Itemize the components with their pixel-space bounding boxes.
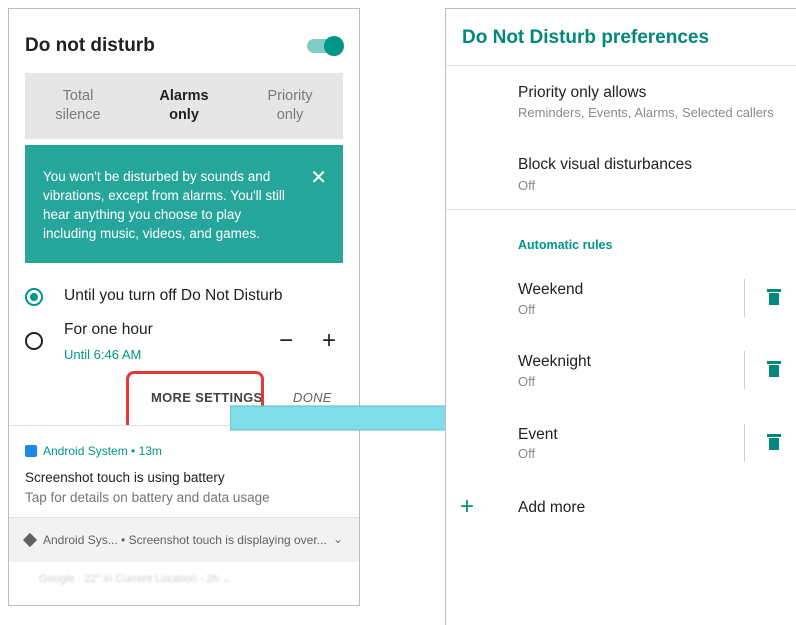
notification-app-row: Android System • 13m <box>25 444 162 458</box>
mode-total-silence[interactable]: Total silence <box>25 73 131 139</box>
rule-status: Off <box>518 374 536 389</box>
close-icon[interactable]: ✕ <box>310 165 327 190</box>
mode-priority-only[interactable]: Priority only <box>237 73 343 139</box>
mode-label-line1: Alarms <box>159 88 209 104</box>
notification-title: Screenshot touch is using battery <box>25 470 225 485</box>
pref-subtitle: Off <box>518 178 536 193</box>
radio-until-off[interactable] <box>25 288 43 306</box>
trash-can <box>769 438 779 450</box>
rule-name: Event <box>518 426 558 443</box>
android-system-icon <box>25 445 37 457</box>
until-time: Until 6:46 AM <box>64 347 142 362</box>
mode-label-line1: Total <box>62 88 94 104</box>
trash-lid <box>767 289 781 292</box>
radio-one-hour[interactable] <box>25 332 43 350</box>
rule-status: Off <box>518 302 536 317</box>
dnd-title: Do not disturb <box>25 35 155 56</box>
page-title: Do Not Disturb preferences <box>462 27 710 48</box>
toggle-knob <box>324 36 344 56</box>
mode-label-line1: Priority <box>267 88 313 104</box>
app-bar: Do Not Disturb preferences <box>446 9 796 66</box>
notification-app-label: Android System • 13m <box>43 444 162 458</box>
section-header: Automatic rules <box>518 238 613 252</box>
info-text: You won't be disturbed by sounds and vib… <box>43 169 285 241</box>
trash-lid <box>767 361 781 364</box>
add-icon: + <box>460 493 475 520</box>
trash-icon[interactable] <box>767 361 781 377</box>
rule-name: Weeknight <box>518 353 591 370</box>
divider <box>744 351 745 389</box>
pref-title: Block visual disturbances <box>518 156 693 173</box>
pref-title: Priority only allows <box>518 84 647 101</box>
decrease-button[interactable]: − <box>279 327 293 355</box>
notification-subtitle: Tap for details on battery and data usag… <box>25 490 270 505</box>
pref-subtitle: Reminders, Events, Alarms, Selected call… <box>518 105 774 120</box>
option-one-hour-label: For one hour <box>64 321 153 338</box>
trash-icon[interactable] <box>767 289 781 305</box>
trash-lid <box>767 434 781 437</box>
mode-label-line2: only <box>169 107 199 123</box>
divider <box>744 424 745 462</box>
increase-button[interactable]: + <box>322 327 336 355</box>
add-more-label: Add more <box>518 499 586 516</box>
trash-can <box>769 365 779 377</box>
layers-icon <box>22 532 38 548</box>
blurred-notification: Google · 22° in Current Location · 2h ⌄ <box>39 573 232 585</box>
mode-alarms-only[interactable]: Alarms only <box>131 73 237 139</box>
notification-overlay[interactable]: Android Sys... • Screenshot touch is dis… <box>9 517 359 562</box>
mode-label-line2: only <box>276 107 304 123</box>
divider <box>744 279 745 317</box>
chevron-down-icon[interactable]: ⌄ <box>333 532 343 546</box>
divider <box>446 209 796 210</box>
dnd-toggle[interactable] <box>307 36 344 56</box>
notification-overlay-label: Android Sys... • Screenshot touch is dis… <box>43 533 327 547</box>
dnd-mode-selector: Total silence Alarms only Priority only <box>25 73 343 139</box>
option-until-off-label: Until you turn off Do Not Disturb <box>64 287 283 304</box>
info-banner: You won't be disturbed by sounds and vib… <box>25 145 343 263</box>
trash-icon[interactable] <box>767 434 781 450</box>
dnd-quick-panel: Do not disturb Total silence Alarms only… <box>8 8 360 606</box>
dnd-preferences-screen: Do Not Disturb preferences Priority only… <box>445 8 796 625</box>
notification-overlay-row: Android Sys... • Screenshot touch is dis… <box>22 532 327 548</box>
rule-status: Off <box>518 446 536 461</box>
rule-name: Weekend <box>518 281 584 298</box>
mode-label-line2: silence <box>55 107 101 123</box>
trash-can <box>769 293 779 305</box>
